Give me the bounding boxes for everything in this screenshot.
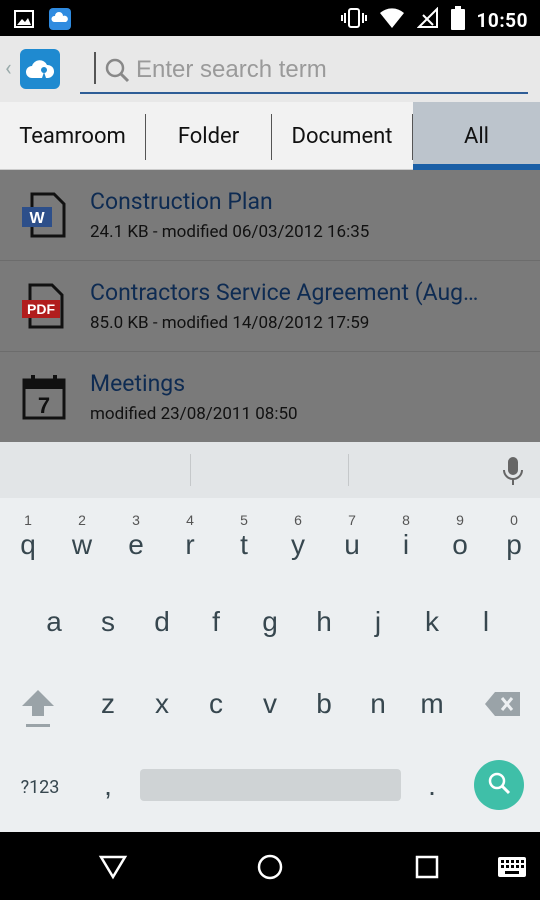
status-bar: 10:50: [0, 0, 540, 36]
back-nav-icon[interactable]: [96, 852, 130, 882]
key-w[interactable]: 2w: [55, 504, 109, 580]
item-meta: 24.1 KB - modified 06/03/2012 16:35: [90, 222, 370, 242]
search-icon: [104, 57, 130, 87]
wifi-icon: [379, 7, 405, 33]
key-d[interactable]: d: [135, 584, 189, 660]
key-c[interactable]: c: [189, 666, 243, 742]
tab-folder[interactable]: Folder: [146, 102, 271, 170]
key-t[interactable]: 5t: [217, 504, 271, 580]
suggestion-divider: [348, 454, 349, 486]
word-doc-icon: W: [22, 192, 66, 242]
search-icon: [487, 771, 511, 799]
key-l[interactable]: l: [459, 584, 513, 660]
key-j[interactable]: j: [351, 584, 405, 660]
cloud-app-icon: [48, 7, 72, 35]
list-item[interactable]: W Construction Plan 24.1 KB - modified 0…: [0, 170, 540, 261]
key-h[interactable]: h: [297, 584, 351, 660]
key-q[interactable]: 1q: [1, 504, 55, 580]
filter-tabs: Teamroom Folder Document All: [0, 102, 540, 170]
tab-document[interactable]: Document: [272, 102, 412, 170]
search-input[interactable]: [136, 52, 516, 88]
svg-text:W: W: [29, 210, 45, 227]
key-a[interactable]: a: [27, 584, 81, 660]
no-signal-icon: [416, 6, 439, 33]
key-z[interactable]: z: [81, 666, 135, 742]
item-meta: modified 23/08/2011 08:50: [90, 404, 298, 424]
results-list: W Construction Plan 24.1 KB - modified 0…: [0, 170, 540, 443]
key-f[interactable]: f: [189, 584, 243, 660]
key-b[interactable]: b: [297, 666, 351, 742]
shift-key-icon[interactable]: [12, 678, 64, 738]
calendar-icon: 7: [22, 374, 66, 424]
key-comma[interactable]: ,: [81, 748, 135, 824]
suggestion-divider: [190, 454, 191, 486]
key-p[interactable]: 0p: [487, 504, 540, 580]
svg-text:7: 7: [38, 393, 50, 418]
image-icon: [14, 10, 34, 32]
item-title: Meetings: [90, 370, 186, 397]
clock: 10:50: [476, 8, 528, 32]
key-e[interactable]: 3e: [109, 504, 163, 580]
space-key[interactable]: [140, 769, 401, 801]
key-o[interactable]: 9o: [433, 504, 487, 580]
key-s[interactable]: s: [81, 584, 135, 660]
keyboard-search-button[interactable]: [474, 760, 524, 810]
app-logo[interactable]: [20, 49, 60, 89]
search-box[interactable]: [80, 50, 528, 94]
soft-keyboard: 1q 2w 3e 4r 5t 6y 7u 8i 9o 0p a s d f g …: [0, 442, 540, 832]
suggestion-strip: [0, 442, 540, 498]
item-title: Contractors Service Agreement (Aug…: [90, 279, 479, 306]
recents-nav-icon[interactable]: [413, 852, 441, 882]
key-g[interactable]: g: [243, 584, 297, 660]
system-nav-bar: [0, 832, 540, 900]
text-cursor: [94, 52, 96, 84]
symbols-key[interactable]: ?123: [8, 767, 72, 807]
home-nav-icon[interactable]: [255, 852, 285, 882]
pdf-doc-icon: PDF: [22, 283, 66, 333]
list-item[interactable]: 7 Meetings modified 23/08/2011 08:50: [0, 352, 540, 443]
key-period[interactable]: .: [405, 748, 459, 824]
keyboard-switch-icon[interactable]: [496, 852, 528, 882]
key-u[interactable]: 7u: [325, 504, 379, 580]
key-x[interactable]: x: [135, 666, 189, 742]
app-header: ‹: [0, 36, 540, 102]
item-title: Construction Plan: [90, 188, 273, 215]
key-r[interactable]: 4r: [163, 504, 217, 580]
key-k[interactable]: k: [405, 584, 459, 660]
key-v[interactable]: v: [243, 666, 297, 742]
back-chevron-icon[interactable]: ‹: [5, 56, 12, 81]
item-meta: 85.0 KB - modified 14/08/2012 17:59: [90, 313, 370, 333]
microphone-icon[interactable]: [502, 456, 524, 490]
key-m[interactable]: m: [405, 666, 459, 742]
battery-icon: [450, 6, 465, 34]
backspace-key-icon[interactable]: [480, 686, 526, 722]
key-y[interactable]: 6y: [271, 504, 325, 580]
svg-text:PDF: PDF: [27, 301, 55, 317]
list-item[interactable]: PDF Contractors Service Agreement (Aug… …: [0, 261, 540, 352]
tab-teamroom[interactable]: Teamroom: [0, 102, 145, 170]
vibrate-icon: [340, 7, 367, 33]
tab-all[interactable]: All: [413, 102, 540, 170]
key-i[interactable]: 8i: [379, 504, 433, 580]
key-n[interactable]: n: [351, 666, 405, 742]
